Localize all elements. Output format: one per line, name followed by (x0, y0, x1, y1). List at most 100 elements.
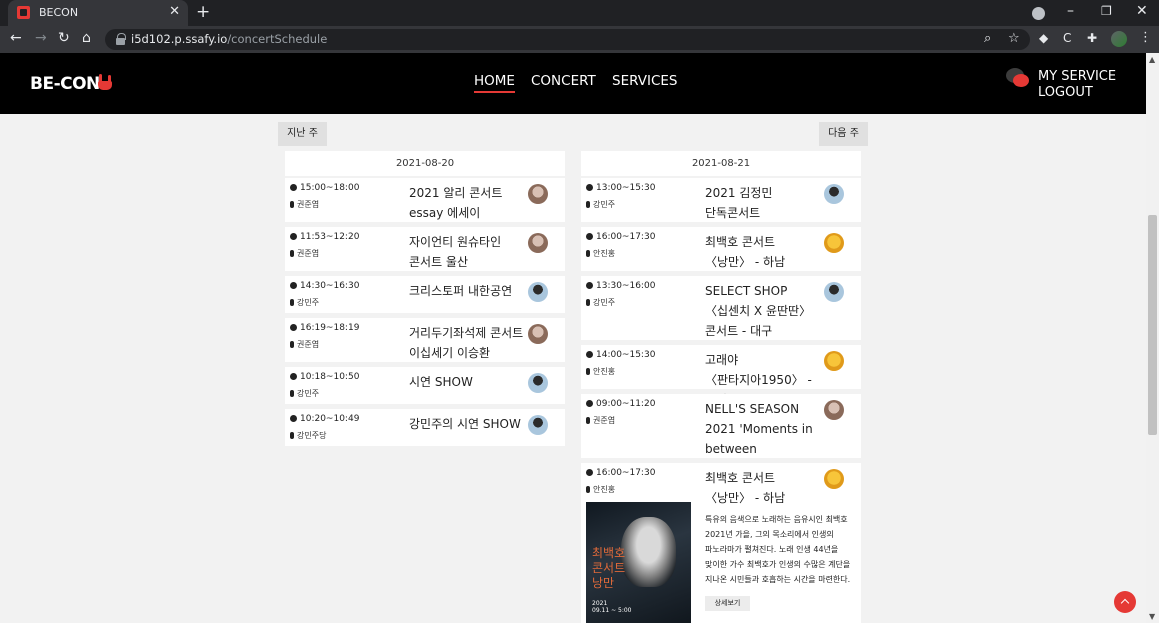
concert-time: 14:00~15:30 (586, 350, 655, 360)
day-column-0821: 2021-08-21 13:00~15:30 강민주 2021 김정민 단독콘서… (581, 151, 861, 623)
page-viewport: BE-CON HOME CONCERT SERVICES MY SERVICE … (0, 53, 1146, 623)
day-column-0820: 2021-08-20 15:00~18:00 권준엽 2021 알리 콘서트 e… (285, 151, 565, 451)
logout-link[interactable]: LOGOUT (1038, 85, 1116, 101)
tab-close-icon[interactable]: ✕ (169, 4, 180, 19)
concert-time: 16:00~17:30 (586, 232, 655, 242)
concert-artist: 강민주당 (290, 430, 326, 441)
address-toolbar: ← → ↻ ⌂ i5d102.p.ssafy.io/concertSchedul… (0, 26, 1159, 53)
address-bar[interactable]: i5d102.p.ssafy.io/concertSchedule ⌕ ☆ (105, 29, 1030, 50)
scroll-up-icon[interactable]: ▲ (1149, 55, 1155, 64)
browser-tab-bar: BECON ✕ + – ❐ ✕ (0, 0, 1159, 26)
concert-thumbnail (824, 282, 844, 302)
concert-card[interactable]: 11:53~12:20 권준엽 자이언티 원슈타인 콘서트 울산 (285, 227, 565, 271)
concert-time: 16:19~18:19 (290, 323, 359, 333)
concert-card[interactable]: 16:00~17:30 안진홍 최백호 콘서트 〈낭만〉 - 하남 (581, 227, 861, 271)
prev-week-button[interactable]: 지난 주 (278, 122, 327, 146)
rock-hand-icon (96, 73, 115, 92)
concert-title: 2021 알리 콘서트 essay 에세이 (409, 186, 503, 220)
concert-time: 16:00~17:30 (586, 468, 655, 478)
detail-button[interactable]: 상세보기 (705, 596, 750, 611)
scroll-thumb[interactable] (1148, 215, 1157, 435)
nav-home[interactable]: HOME (474, 73, 515, 93)
concert-card[interactable]: 13:00~15:30 강민주 2021 김정민 단독콘서트 (581, 178, 861, 222)
concert-thumbnail (528, 184, 548, 204)
concert-card[interactable]: 09:00~11:20 권준엽 NELL'S SEASON 2021 'Mome… (581, 394, 861, 458)
concert-title: 크리스토퍼 내한공연 (409, 284, 513, 298)
mic-icon (586, 486, 590, 493)
concert-card[interactable]: 10:20~10:49 강민주당 강민주의 시연 SHOW (285, 409, 565, 446)
forward-icon[interactable]: → (35, 30, 47, 46)
close-window-icon[interactable]: ✕ (1136, 3, 1148, 19)
concert-time: 14:30~16:30 (290, 281, 359, 291)
concert-title: 2021 김정민 단독콘서트 (705, 186, 773, 220)
extension-c-icon[interactable]: C (1063, 31, 1071, 45)
concert-time: 10:20~10:49 (290, 414, 359, 424)
clock-icon (290, 324, 297, 331)
my-service-link[interactable]: MY SERVICE (1038, 69, 1116, 85)
concert-artist: 안진홍 (586, 248, 615, 259)
concert-title: SELECT SHOP〈십센치 X 윤딴딴〉콘서트 - 대구 (705, 284, 812, 338)
concert-card[interactable]: 16:19~18:19 권준엽 거리두기좌석제 콘서트 이십세기 이승환 (285, 318, 565, 362)
clock-icon (290, 282, 297, 289)
concert-time: 09:00~11:20 (586, 399, 655, 409)
concert-thumbnail (528, 233, 548, 253)
nav-concert[interactable]: CONCERT (531, 73, 596, 89)
mic-icon (290, 341, 294, 348)
zoom-search-icon[interactable]: ⌕ (984, 31, 991, 46)
next-week-button[interactable]: 다음 주 (819, 122, 868, 146)
mic-icon (586, 299, 590, 306)
profile-avatar[interactable] (1111, 31, 1127, 47)
scroll-top-button[interactable] (1114, 591, 1136, 613)
clock-icon (586, 469, 593, 476)
browser-menu-icon[interactable]: ⋮ (1139, 30, 1152, 45)
restore-icon[interactable]: ❐ (1101, 4, 1112, 18)
back-icon[interactable]: ← (10, 30, 22, 46)
nav-services[interactable]: SERVICES (612, 73, 677, 89)
concert-thumbnail (824, 233, 844, 253)
page-scrollbar[interactable]: ▲ ▼ (1146, 53, 1159, 623)
concert-title: NELL'S SEASON 2021 'Moments in between (705, 402, 813, 456)
scroll-down-icon[interactable]: ▼ (1149, 612, 1155, 621)
tab-title: BECON (39, 6, 79, 19)
url-host: i5d102.p.ssafy.io (131, 32, 228, 46)
minimize-icon[interactable]: – (1067, 3, 1074, 19)
home-icon[interactable]: ⌂ (82, 30, 91, 46)
concert-thumbnail (528, 324, 548, 344)
clock-icon (290, 233, 297, 240)
site-header: BE-CON HOME CONCERT SERVICES MY SERVICE … (0, 53, 1146, 114)
clock-icon (290, 184, 297, 191)
mic-icon (586, 250, 590, 257)
site-logo[interactable]: BE-CON (30, 74, 100, 94)
concert-card[interactable]: 15:00~18:00 권준엽 2021 알리 콘서트 essay 에세이 (285, 178, 565, 222)
extensions-puzzle-icon[interactable]: ✚ (1087, 31, 1097, 45)
concert-card[interactable]: 10:18~10:50 강민주 시연 SHOW (285, 367, 565, 404)
concert-title: 시연 SHOW (409, 375, 473, 389)
concert-card[interactable]: 14:00~15:30 안진홍 고래야〈판타지아1950〉 - 구리 (581, 345, 861, 407)
concert-artist: 강민주 (586, 297, 615, 308)
clock-icon (586, 282, 593, 289)
concert-artist: 권준엽 (290, 248, 319, 259)
profile-indicator-icon[interactable] (1032, 7, 1045, 20)
browser-tab[interactable]: BECON ✕ (8, 0, 188, 26)
concert-time: 15:00~18:00 (290, 183, 359, 193)
extension-icon[interactable]: ◆ (1039, 31, 1048, 45)
concert-thumbnail (824, 351, 844, 371)
concert-card[interactable]: 13:30~16:00 강민주 SELECT SHOP〈십센치 X 윤딴딴〉콘서… (581, 276, 861, 340)
reload-icon[interactable]: ↻ (58, 30, 70, 46)
bookmark-star-icon[interactable]: ☆ (1008, 31, 1020, 46)
concert-card[interactable]: 14:30~16:30 강민주 크리스토퍼 내한공연 (285, 276, 565, 313)
mic-icon (290, 432, 294, 439)
concert-poster: 최백호 콘서트 낭만 2021 09.11 ~ 5:00 (586, 502, 691, 623)
concert-artist: 안진홍 (586, 366, 615, 377)
day-date: 2021-08-21 (581, 151, 861, 176)
new-tab-button[interactable]: + (196, 2, 210, 22)
user-icon[interactable] (1006, 68, 1030, 88)
concert-title: 강민주의 시연 SHOW (409, 417, 521, 431)
concert-card-expanded[interactable]: 16:00~17:30 안진홍 최백호 콘서트 〈낭만〉 - 하남 최백호 콘서… (581, 463, 861, 623)
mic-icon (586, 368, 590, 375)
concert-artist: 강민주 (586, 199, 615, 210)
concert-title: 자이언티 원슈타인 콘서트 울산 (409, 235, 502, 269)
concert-artist: 권준엽 (290, 199, 319, 210)
concert-thumbnail (824, 400, 844, 420)
mic-icon (290, 201, 294, 208)
